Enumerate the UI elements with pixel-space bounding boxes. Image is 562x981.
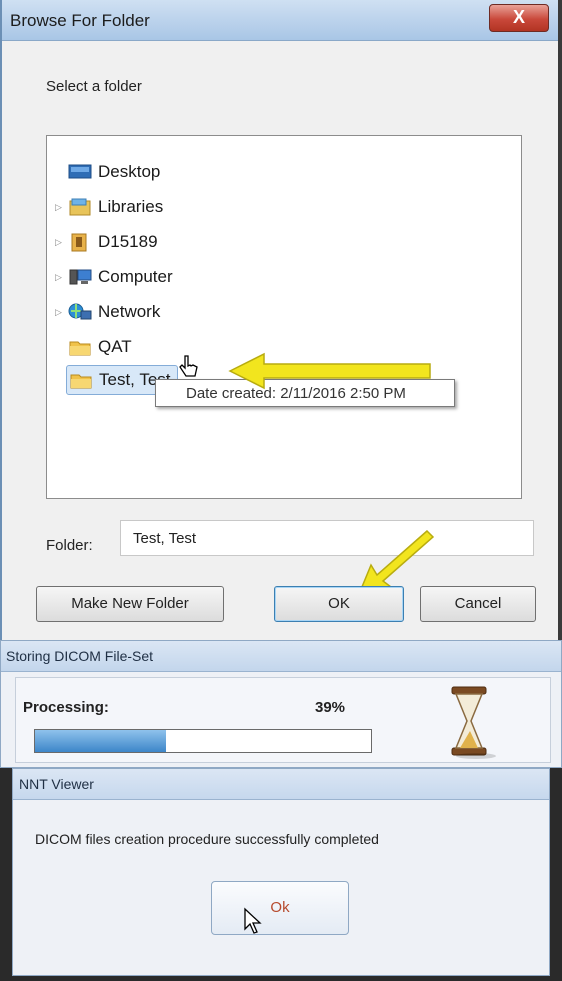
mouse-pointer-icon	[244, 907, 262, 934]
storing-dicom-dialog: Storing DICOM File-Set Processing: 39%	[0, 640, 562, 768]
make-new-folder-button[interactable]: Make New Folder	[36, 586, 224, 622]
dialog-title: Storing DICOM File-Set	[6, 648, 154, 664]
tree-item-qat[interactable]: QAT	[68, 333, 132, 361]
tree-item-computer[interactable]: ▷ Computer	[55, 263, 173, 291]
expand-arrow-icon[interactable]: ▷	[55, 202, 65, 213]
progress-bar	[34, 729, 372, 753]
progress-percent: 39%	[315, 699, 346, 716]
tree-item-libraries[interactable]: ▷ Libraries	[55, 193, 163, 221]
dialog-title: Browse For Folder	[10, 11, 150, 30]
libraries-icon	[68, 197, 92, 217]
ok-button[interactable]: OK	[274, 586, 404, 622]
processing-label: Processing:	[23, 699, 109, 716]
close-button[interactable]: X	[489, 4, 549, 32]
tree-item-label: D15189	[98, 232, 158, 251]
title-bar: Storing DICOM File-Set	[1, 641, 561, 672]
folder-icon	[69, 370, 93, 390]
cancel-button[interactable]: Cancel	[420, 586, 536, 622]
expand-arrow-icon[interactable]: ▷	[55, 307, 65, 318]
folder-icon	[68, 337, 92, 357]
tree-item-desktop[interactable]: Desktop	[55, 158, 160, 186]
tree-item-d15189[interactable]: ▷ D15189	[55, 228, 158, 256]
tree-item-network[interactable]: ▷ Network	[55, 298, 160, 326]
tree-item-label: Desktop	[98, 162, 161, 181]
user-folder-icon	[68, 232, 92, 252]
tree-item-label: Network	[98, 302, 161, 321]
expand-arrow-icon[interactable]: ▷	[55, 272, 65, 283]
nnt-viewer-dialog: NNT Viewer DICOM files creation procedur…	[12, 768, 550, 976]
folder-label: Folder:	[46, 537, 93, 554]
progress-fill	[35, 730, 167, 752]
tree-item-label: Libraries	[98, 197, 164, 216]
browse-for-folder-dialog: Browse For Folder X Select a folder Desk…	[0, 0, 562, 640]
folder-name-input[interactable]	[120, 520, 534, 556]
title-bar: NNT Viewer	[13, 769, 549, 800]
network-icon	[68, 302, 92, 322]
tree-item-label: QAT	[98, 337, 132, 356]
dialog-title: NNT Viewer	[19, 776, 94, 792]
nnt-viewer-background: NNT Viewer DICOM files creation procedur…	[0, 768, 562, 981]
computer-icon	[68, 267, 92, 287]
tree-item-label: Computer	[98, 267, 173, 286]
hourglass-icon	[451, 686, 496, 759]
desktop-icon	[68, 162, 92, 182]
annotation-arrow-icon	[228, 352, 431, 390]
folder-tree[interactable]: Desktop ▷ Libraries ▷ D15189 ▷ Computer	[46, 135, 522, 499]
hand-cursor-icon	[179, 355, 198, 377]
select-folder-label: Select a folder	[46, 78, 142, 95]
title-bar: Browse For Folder X	[2, 0, 558, 41]
completion-message: DICOM files creation procedure successfu…	[35, 831, 379, 847]
nnt-ok-button[interactable]: Ok	[211, 881, 349, 935]
expand-arrow-icon[interactable]: ▷	[55, 237, 65, 248]
